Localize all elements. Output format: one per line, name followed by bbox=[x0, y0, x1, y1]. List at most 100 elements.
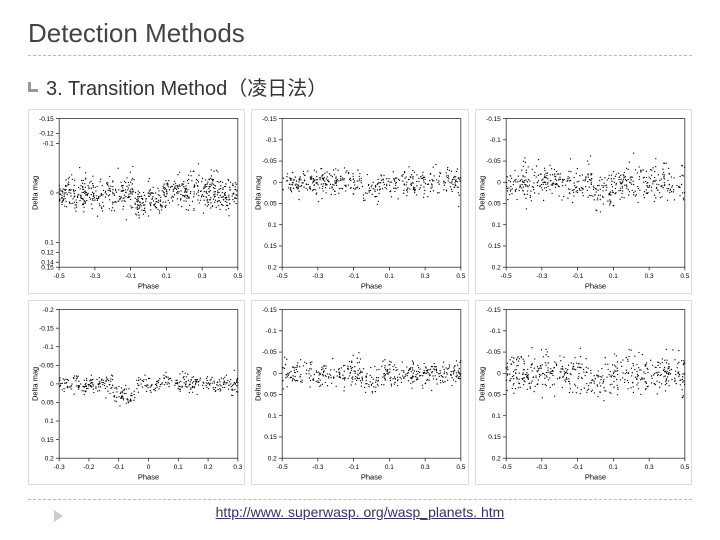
svg-text:0.05: 0.05 bbox=[41, 400, 54, 407]
svg-text:Phase: Phase bbox=[138, 473, 159, 482]
svg-text:-0.3: -0.3 bbox=[54, 464, 66, 471]
svg-text:-0.5: -0.5 bbox=[500, 273, 512, 280]
svg-text:-0.5: -0.5 bbox=[54, 273, 66, 280]
svg-text:0.1: 0.1 bbox=[609, 464, 618, 471]
svg-text:0: 0 bbox=[274, 179, 278, 186]
svg-text:-0.1: -0.1 bbox=[489, 137, 501, 144]
svg-text:0.15: 0.15 bbox=[488, 243, 501, 250]
svg-text:0.2: 0.2 bbox=[268, 455, 277, 462]
bullet-icon bbox=[28, 82, 38, 92]
svg-text:Delta mag: Delta mag bbox=[477, 367, 486, 401]
svg-text:-0.05: -0.05 bbox=[39, 362, 54, 369]
svg-text:0.15: 0.15 bbox=[265, 243, 278, 250]
svg-text:-0.3: -0.3 bbox=[536, 464, 548, 471]
svg-text:0.15: 0.15 bbox=[41, 437, 54, 444]
svg-text:0.1: 0.1 bbox=[491, 413, 500, 420]
svg-text:-0.15: -0.15 bbox=[486, 307, 501, 314]
chart-panel-1: -0.5 -0.3 -0.1 0.1 0.3 0.5 -0.15 -0.1 -0.05 0 0.05… bbox=[251, 109, 468, 294]
svg-text:Phase: Phase bbox=[585, 282, 606, 291]
svg-text:0.5: 0.5 bbox=[457, 273, 466, 280]
svg-text:0.1: 0.1 bbox=[174, 464, 183, 471]
svg-text:-0.1: -0.1 bbox=[572, 273, 584, 280]
svg-text:0.1: 0.1 bbox=[385, 273, 394, 280]
svg-text:-0.15: -0.15 bbox=[262, 116, 277, 123]
svg-text:0.1: 0.1 bbox=[609, 273, 618, 280]
svg-text:0.1: 0.1 bbox=[491, 222, 500, 229]
svg-text:-0.1: -0.1 bbox=[348, 273, 360, 280]
svg-text:-0.15: -0.15 bbox=[262, 307, 277, 314]
svg-text:0: 0 bbox=[50, 190, 54, 197]
svg-text:-0.2: -0.2 bbox=[43, 307, 55, 314]
svg-text:-0.1: -0.1 bbox=[266, 328, 278, 335]
svg-text:-0.12: -0.12 bbox=[39, 131, 54, 138]
svg-text:0.5: 0.5 bbox=[680, 464, 689, 471]
svg-text:0: 0 bbox=[274, 370, 278, 377]
svg-text:-0.2: -0.2 bbox=[83, 464, 95, 471]
footer-divider bbox=[28, 499, 692, 500]
svg-text:0.3: 0.3 bbox=[421, 464, 430, 471]
svg-text:Delta mag: Delta mag bbox=[31, 176, 40, 210]
svg-text:-0.05: -0.05 bbox=[262, 158, 277, 165]
svg-text:0: 0 bbox=[147, 464, 151, 471]
svg-text:0: 0 bbox=[497, 179, 501, 186]
svg-text:0.05: 0.05 bbox=[488, 201, 501, 208]
svg-text:0.3: 0.3 bbox=[644, 273, 653, 280]
svg-text:-0.1: -0.1 bbox=[113, 464, 125, 471]
svg-text:0.2: 0.2 bbox=[204, 464, 213, 471]
chart-grid: -0.5 -0.3 -0.1 0.1 0.3 0.5 -0.15 -0.12 -0.1 0 0.1 0… bbox=[28, 109, 692, 469]
svg-text:-0.5: -0.5 bbox=[277, 464, 289, 471]
svg-text:0.12: 0.12 bbox=[41, 249, 54, 256]
svg-text:0.05: 0.05 bbox=[265, 201, 278, 208]
svg-text:0.1: 0.1 bbox=[162, 273, 171, 280]
svg-text:Delta mag: Delta mag bbox=[254, 176, 263, 210]
svg-text:-0.1: -0.1 bbox=[125, 273, 137, 280]
svg-text:0: 0 bbox=[497, 370, 501, 377]
svg-text:-0.1: -0.1 bbox=[43, 344, 55, 351]
svg-text:-0.5: -0.5 bbox=[277, 273, 289, 280]
subtitle-text: 3. Transition Method（凌日法） bbox=[46, 72, 327, 101]
svg-text:0.1: 0.1 bbox=[268, 413, 277, 420]
svg-text:0.05: 0.05 bbox=[265, 392, 278, 399]
svg-text:-0.15: -0.15 bbox=[39, 325, 54, 332]
svg-text:0.15: 0.15 bbox=[41, 264, 54, 271]
svg-text:0.3: 0.3 bbox=[233, 464, 242, 471]
svg-text:0.05: 0.05 bbox=[488, 392, 501, 399]
play-arrow-icon bbox=[54, 510, 63, 522]
source-link[interactable]: http://www. superwasp. org/wasp_planets.… bbox=[216, 504, 505, 520]
svg-text:-0.15: -0.15 bbox=[486, 116, 501, 123]
svg-text:-0.05: -0.05 bbox=[262, 349, 277, 356]
svg-text:-0.3: -0.3 bbox=[313, 464, 325, 471]
svg-text:0.5: 0.5 bbox=[457, 464, 466, 471]
svg-text:Delta mag: Delta mag bbox=[31, 367, 40, 401]
svg-text:0.3: 0.3 bbox=[644, 464, 653, 471]
chart-panel-3: -0.3 -0.2 -0.1 0 0.1 0.2 0.3 -0.2 -0.15 -0.1 -0.05… bbox=[28, 300, 245, 485]
svg-text:Delta mag: Delta mag bbox=[254, 367, 263, 401]
svg-text:-0.15: -0.15 bbox=[39, 116, 54, 123]
chart-panel-5: -0.5-0.3-0.10.10.30.5-0.15-0.1-0.0500.05… bbox=[475, 300, 692, 485]
chart-panel-2: -0.5 -0.3 -0.1 0.1 0.3 0.5 -0.15 -0.1 -0.05 0 0.05… bbox=[475, 109, 692, 294]
svg-text:0.3: 0.3 bbox=[421, 273, 430, 280]
svg-text:Phase: Phase bbox=[138, 282, 159, 291]
svg-text:0.1: 0.1 bbox=[268, 222, 277, 229]
svg-text:-0.5: -0.5 bbox=[500, 464, 512, 471]
svg-text:0.5: 0.5 bbox=[680, 273, 689, 280]
svg-text:0.3: 0.3 bbox=[198, 273, 207, 280]
subtitle-row: 3. Transition Method（凌日法） bbox=[28, 72, 692, 101]
svg-text:-0.3: -0.3 bbox=[89, 273, 101, 280]
svg-text:Phase: Phase bbox=[361, 473, 382, 482]
svg-text:-0.3: -0.3 bbox=[536, 273, 548, 280]
svg-text:0.5: 0.5 bbox=[233, 273, 242, 280]
svg-text:-0.3: -0.3 bbox=[313, 273, 325, 280]
chart-panel-0: -0.5-0.3-0.10.10.30.5-0.15-0.12-0.100.10… bbox=[28, 109, 245, 294]
svg-text:-0.05: -0.05 bbox=[486, 158, 501, 165]
svg-text:-0.1: -0.1 bbox=[266, 137, 278, 144]
svg-text:Phase: Phase bbox=[361, 282, 382, 291]
svg-text:0.2: 0.2 bbox=[491, 264, 500, 271]
svg-text:0: 0 bbox=[50, 381, 54, 388]
svg-text:0.2: 0.2 bbox=[491, 455, 500, 462]
svg-text:-0.05: -0.05 bbox=[486, 349, 501, 356]
svg-text:0.1: 0.1 bbox=[45, 240, 54, 247]
svg-text:0.15: 0.15 bbox=[265, 434, 278, 441]
svg-text:0.2: 0.2 bbox=[268, 264, 277, 271]
page-title: Detection Methods bbox=[28, 18, 692, 49]
